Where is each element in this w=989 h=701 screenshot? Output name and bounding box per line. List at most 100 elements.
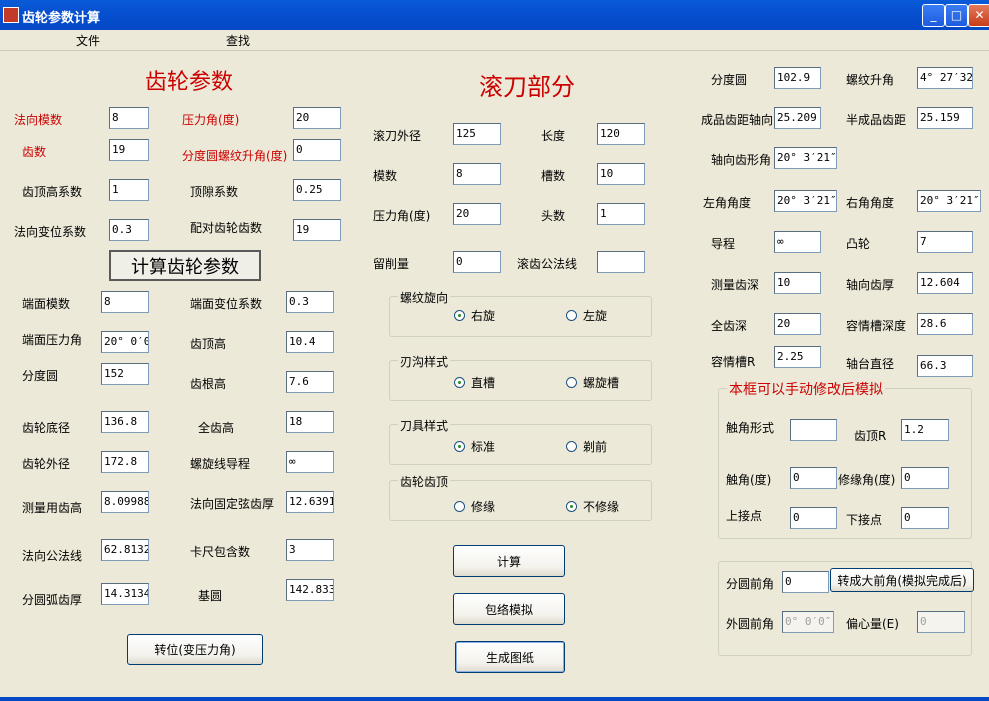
envelope-sim-button[interactable]: 包络模拟 [453, 593, 565, 625]
arc-thickness-input[interactable]: 14.3134 [101, 583, 149, 605]
shift-button[interactable]: 转位(变压力角) [127, 634, 263, 665]
radio-standard[interactable]: 标准 [454, 438, 495, 455]
hob-starts-input[interactable]: 1 [597, 203, 645, 225]
lead-input[interactable]: ∞ [774, 231, 821, 253]
eccentric-label: 偏心量(E) [846, 617, 899, 631]
bore-input[interactable]: 66.3 [917, 355, 973, 377]
root-dia-input[interactable]: 136.8 [101, 411, 149, 433]
radio-dot [454, 310, 465, 321]
helix-angle-input[interactable]: 4° 27′32″ [917, 67, 973, 89]
minimize-button[interactable]: _ [922, 4, 945, 27]
right-angle-input[interactable]: 20° 3′21″ [917, 190, 981, 212]
mating-teeth-input[interactable]: 19 [293, 219, 341, 241]
hob-heading: 滚刀部分 [479, 73, 575, 101]
outer-dia-input[interactable]: 172.8 [101, 451, 149, 473]
radio-dot [566, 377, 577, 388]
radio-tip-trim[interactable]: 修缘 [454, 498, 495, 515]
trim-angle-input[interactable]: 0 [901, 467, 949, 489]
pitch-circle-input[interactable]: 152 [101, 363, 149, 385]
end-pressure-input[interactable]: 20° 0′0″ [101, 331, 149, 353]
teeth-input[interactable]: 19 [109, 139, 149, 161]
chordal-thickness-input[interactable]: 12.6391 [286, 491, 334, 513]
menu-find[interactable]: 查找 [226, 32, 250, 49]
normal-module-label: 法向模数 [14, 113, 63, 127]
tip-angle-input[interactable]: 0 [790, 467, 837, 489]
tooth-r-label: 齿顶R [854, 429, 887, 443]
left-angle-input[interactable]: 20° 3′21″ [774, 190, 837, 212]
convert-rake-button[interactable]: 转成大前角(模拟完成后) [830, 568, 974, 592]
addendum-input[interactable]: 10.4 [286, 331, 334, 353]
hob-starts-label: 头数 [541, 209, 566, 223]
upper-point-input[interactable]: 0 [790, 507, 837, 529]
measure-depth-input[interactable]: 10 [774, 272, 821, 294]
dedendum-input[interactable]: 7.6 [286, 371, 334, 393]
axial-profile-input[interactable]: 20° 3′21″ [774, 147, 837, 169]
menu-bar: 文件 查找 [0, 30, 989, 51]
axial-thickness-input[interactable]: 12.604 [917, 272, 973, 294]
generate-drawing-button[interactable]: 生成图纸 [455, 641, 565, 673]
menu-file[interactable]: 文件 [76, 32, 100, 49]
radio-dot [566, 441, 577, 452]
lower-point-input[interactable]: 0 [901, 507, 949, 529]
end-shift-input[interactable]: 0.3 [286, 291, 334, 313]
whole-depth-input[interactable]: 18 [286, 411, 334, 433]
shift-coef-input[interactable]: 0.3 [109, 219, 149, 241]
caliper-teeth-input[interactable]: 3 [286, 539, 334, 561]
lead-angle-input[interactable]: 0 [293, 139, 341, 161]
helix-lead-input[interactable]: ∞ [286, 451, 334, 473]
caliper-teeth-label: 卡尺包含数 [190, 545, 251, 559]
left-angle-label: 左角角度 [703, 196, 752, 210]
hob-common-normal-input[interactable] [597, 251, 645, 273]
semi-pitch-label: 半成品齿距 [846, 113, 907, 127]
calculate-button[interactable]: 计算 [453, 545, 565, 577]
groove-style-group: 刃沟样式 直槽 螺旋槽 [389, 353, 652, 401]
hob-grind-input[interactable]: 0 [453, 251, 501, 273]
window-bottom-border [0, 697, 989, 701]
chip-r-input[interactable]: 2.25 [774, 346, 821, 368]
maximize-button[interactable]: □ [945, 4, 968, 27]
close-button[interactable]: ✕ [968, 4, 989, 27]
hob-flutes-input[interactable]: 10 [597, 163, 645, 185]
tooth-r-input[interactable]: 1.2 [901, 419, 949, 441]
semi-pitch-input[interactable]: 25.159 [917, 107, 973, 129]
addendum-coef-input[interactable]: 1 [109, 179, 149, 201]
radio-preshave[interactable]: 剃前 [566, 438, 607, 455]
hob-pressure-input[interactable]: 20 [453, 203, 501, 225]
end-module-input[interactable]: 8 [101, 291, 149, 313]
hob-outer-dia-input[interactable]: 125 [453, 123, 501, 145]
root-dia-label: 齿轮底径 [22, 421, 71, 435]
pitch-dia-input[interactable]: 102.9 [774, 67, 821, 89]
calc-gear-button[interactable]: 计算齿轮参数 [109, 250, 261, 281]
radio-dot [454, 441, 465, 452]
upper-point-label: 上接点 [726, 509, 763, 523]
axial-pitch-input[interactable]: 25.209 [774, 107, 821, 129]
tip-form-input[interactable] [790, 419, 837, 441]
radio-straight-groove[interactable]: 直槽 [454, 374, 495, 391]
eccentric-input: 0 [917, 611, 965, 633]
clearance-coef-input[interactable]: 0.25 [293, 179, 341, 201]
radio-right-hand[interactable]: 右旋 [454, 307, 495, 324]
radio-label: 左旋 [583, 309, 608, 323]
chordal-thickness-label: 法向固定弦齿厚 [190, 497, 275, 511]
radio-left-hand[interactable]: 左旋 [566, 307, 607, 324]
radio-tip-notrim[interactable]: 不修缘 [566, 498, 619, 515]
hob-common-normal-label: 滚齿公法线 [517, 257, 578, 271]
radio-dot [454, 501, 465, 512]
full-depth-input[interactable]: 20 [774, 313, 821, 335]
chip-depth-input[interactable]: 28.6 [917, 313, 973, 335]
radio-label: 直槽 [471, 376, 496, 390]
rake-pitch-input[interactable]: 0 [782, 571, 829, 593]
chip-r-label: 容情槽R [711, 355, 756, 369]
radio-helical-groove[interactable]: 螺旋槽 [566, 374, 619, 391]
base-circle-input[interactable]: 142.833 [286, 579, 334, 601]
hob-pressure-label: 压力角(度) [373, 209, 431, 223]
normal-module-input[interactable]: 8 [109, 107, 149, 129]
normal-common-input[interactable]: 62.8132 [101, 539, 149, 561]
pressure-angle-input[interactable]: 20 [293, 107, 341, 129]
measure-height-input[interactable]: 8.09988 [101, 491, 149, 513]
hob-length-label: 长度 [541, 129, 566, 143]
lead-label: 导程 [711, 237, 736, 251]
hob-module-input[interactable]: 8 [453, 163, 501, 185]
hob-length-input[interactable]: 120 [597, 123, 645, 145]
cam-input[interactable]: 7 [917, 231, 973, 253]
